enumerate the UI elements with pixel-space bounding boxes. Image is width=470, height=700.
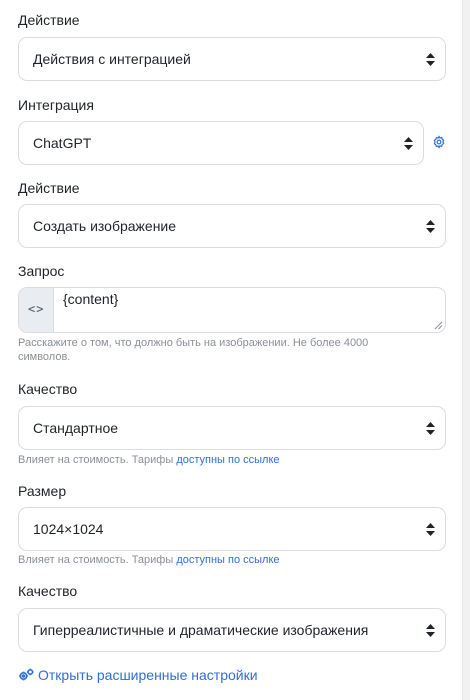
quality-select-value: Стандартное	[33, 420, 119, 436]
code-addon: <>	[19, 288, 54, 332]
style-label: Качество	[18, 583, 78, 599]
quality-select[interactable]: Стандартное	[18, 406, 446, 450]
resize-handle-icon[interactable]	[434, 321, 443, 330]
quality-hint-text: Влияет на стоимость. Тарифы	[18, 454, 174, 466]
gear-icon[interactable]	[432, 135, 446, 149]
size-hint: Влияет на стоимость. Тарифы доступны по …	[18, 553, 280, 567]
action-select[interactable]: Действия с интеграцией	[18, 37, 446, 81]
action-label: Действие	[18, 180, 80, 196]
action-label: Действие	[18, 12, 80, 28]
code-icon: <>	[28, 302, 45, 316]
size-hint-text: Влияет на стоимость. Тарифы	[18, 554, 174, 566]
pricing-link[interactable]: доступны по ссылке	[176, 554, 279, 566]
advanced-settings-link[interactable]: Открыть расширенные настройки	[18, 667, 258, 683]
style-select[interactable]: Гиперреалистичные и драматические изобра…	[18, 608, 446, 652]
action-select[interactable]: Создать изображение	[18, 204, 446, 248]
advanced-settings-label: Открыть расширенные настройки	[38, 667, 258, 683]
sort-arrows-icon	[426, 422, 435, 435]
scrollbar[interactable]	[462, 0, 470, 700]
request-textarea[interactable]: {content}	[63, 291, 118, 307]
style-select-value: Гиперреалистичные и драматические изобра…	[33, 622, 369, 638]
quality-hint: Влияет на стоимость. Тарифы доступны по …	[18, 453, 280, 467]
integration-label: Интеграция	[18, 97, 94, 113]
size-select[interactable]: 1024×1024	[18, 507, 446, 551]
gears-icon	[19, 668, 34, 681]
sort-arrows-icon	[426, 53, 435, 66]
request-input-group: <> {content}	[18, 287, 446, 333]
integration-select[interactable]: ChatGPT	[18, 121, 424, 165]
settings-panel: Действие Действия с интеграцией Интеграц…	[0, 0, 463, 700]
pricing-link[interactable]: доступны по ссылке	[176, 454, 279, 466]
request-label: Запрос	[18, 263, 65, 279]
action-select-value: Создать изображение	[33, 218, 177, 234]
size-label: Размер	[18, 483, 67, 499]
sort-arrows-icon	[404, 137, 413, 150]
size-select-value: 1024×1024	[33, 521, 104, 537]
sort-arrows-icon	[426, 624, 435, 637]
sort-arrows-icon	[426, 220, 435, 233]
quality-label: Качество	[18, 381, 78, 397]
integration-select-value: ChatGPT	[33, 135, 92, 151]
action-select-value: Действия с интеграцией	[33, 51, 191, 67]
sort-arrows-icon	[426, 523, 435, 536]
request-hint: Расскажите о том, что должно быть на изо…	[18, 337, 369, 363]
